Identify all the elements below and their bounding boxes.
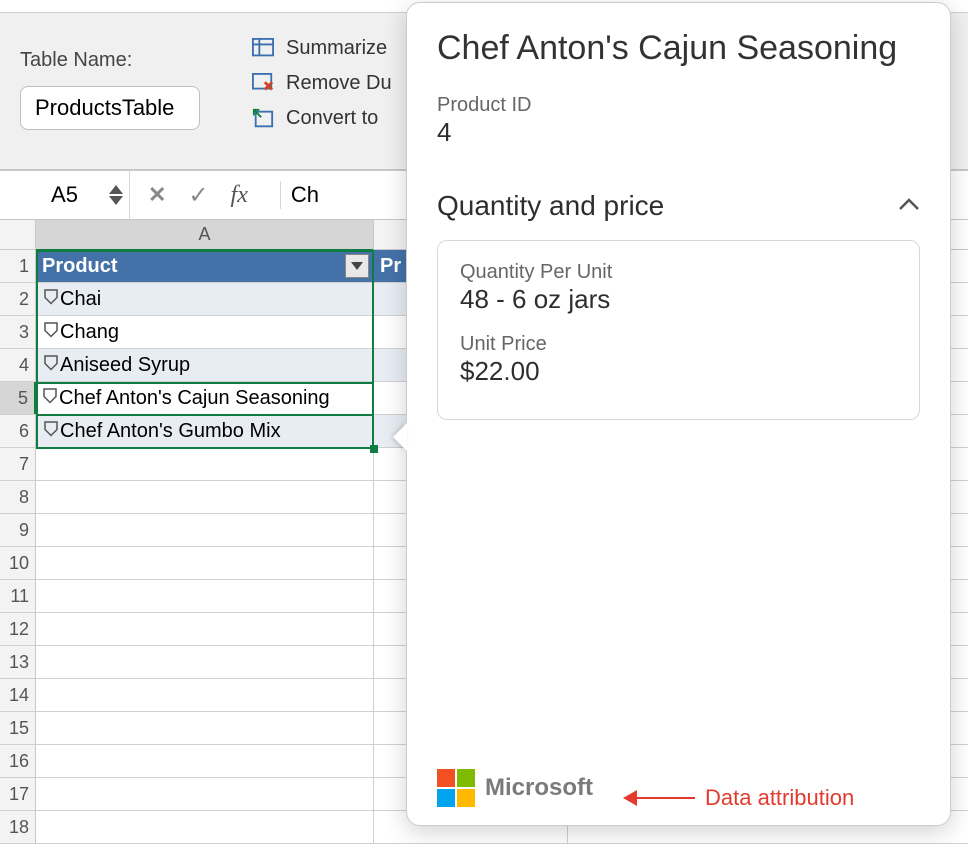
cell[interactable]	[36, 778, 374, 810]
row-header[interactable]: 3	[0, 316, 36, 348]
convert-label: Convert to	[286, 107, 378, 130]
microsoft-logo-icon	[437, 769, 475, 807]
cell[interactable]	[36, 448, 374, 480]
table-header-next: Pr	[380, 255, 401, 278]
cell[interactable]: Chef Anton's Cajun Seasoning	[35, 382, 373, 414]
select-all-corner[interactable]	[0, 220, 36, 249]
card-title: Chef Anton's Cajun Seasoning	[437, 29, 920, 68]
cell[interactable]	[36, 514, 374, 546]
chevron-down-icon[interactable]	[109, 196, 123, 205]
cell[interactable]	[36, 712, 374, 744]
product-id-value: 4	[437, 117, 920, 148]
cell[interactable]	[36, 811, 374, 843]
data-type-icon[interactable]	[41, 386, 59, 410]
name-box[interactable]: A5	[0, 171, 130, 219]
row-header[interactable]: 7	[0, 448, 36, 480]
remove-duplicates-button[interactable]: Remove Du	[250, 72, 392, 95]
card-callout-notch	[393, 423, 407, 451]
unit-price-label: Unit Price	[460, 333, 897, 356]
ribbon-group-tools: Summarize Remove Du Convert to	[250, 37, 392, 142]
annotation-callout: Data attribution	[625, 785, 854, 811]
cell[interactable]: Chai	[36, 283, 374, 315]
convert-range-icon	[250, 108, 276, 130]
row-header[interactable]: 12	[0, 613, 36, 645]
column-header-a[interactable]: A	[36, 220, 374, 251]
cancel-icon[interactable]: ✕	[148, 182, 166, 208]
attribution-brand: Microsoft	[485, 774, 593, 802]
table-name-label: Table Name:	[20, 49, 200, 72]
row-header[interactable]: 9	[0, 514, 36, 546]
pivot-icon	[250, 38, 276, 60]
summarize-pivot-button[interactable]: Summarize	[250, 37, 392, 60]
card-detail-box: Quantity Per Unit 48 - 6 oz jars Unit Pr…	[437, 240, 920, 420]
cell[interactable]	[36, 481, 374, 513]
section-title: Quantity and price	[437, 190, 664, 222]
data-type-icon[interactable]	[42, 320, 60, 344]
row-header[interactable]: 10	[0, 547, 36, 579]
row-header[interactable]: 17	[0, 778, 36, 810]
data-type-icon[interactable]	[42, 419, 60, 443]
arrow-left-icon	[625, 797, 695, 799]
row-header[interactable]: 15	[0, 712, 36, 744]
row-header[interactable]: 6	[0, 415, 36, 447]
cell[interactable]: Aniseed Syrup	[36, 349, 374, 381]
summarize-label: Summarize	[286, 37, 387, 60]
data-type-icon[interactable]	[42, 353, 60, 377]
row-header[interactable]: 11	[0, 580, 36, 612]
row-header[interactable]: 18	[0, 811, 36, 843]
annotation-text: Data attribution	[705, 785, 854, 811]
cell-text: Chang	[60, 321, 119, 344]
table-name-input[interactable]	[20, 86, 200, 130]
cell[interactable]	[36, 613, 374, 645]
cell-text: Chai	[60, 288, 101, 311]
row-header[interactable]: 8	[0, 481, 36, 513]
cell-text: Chef Anton's Gumbo Mix	[60, 420, 281, 443]
product-id-label: Product ID	[437, 94, 920, 117]
data-type-icon[interactable]	[42, 287, 60, 311]
cell-text: Aniseed Syrup	[60, 354, 190, 377]
ribbon-group-table-name: Table Name:	[20, 49, 200, 130]
row-header[interactable]: 13	[0, 646, 36, 678]
cell[interactable]	[36, 646, 374, 678]
remove-duplicates-icon	[250, 73, 276, 95]
convert-to-range-button[interactable]: Convert to	[250, 107, 392, 130]
filter-dropdown-icon[interactable]	[345, 254, 369, 278]
cell[interactable]	[36, 547, 374, 579]
row-header[interactable]: 4	[0, 349, 36, 381]
cell[interactable]: Product	[36, 250, 374, 282]
remove-duplicates-label: Remove Du	[286, 72, 392, 95]
cell-text: Chef Anton's Cajun Seasoning	[59, 387, 330, 410]
card-section-header[interactable]: Quantity and price	[437, 190, 920, 222]
chevron-up-icon[interactable]	[898, 197, 920, 216]
cell[interactable]	[36, 580, 374, 612]
cell[interactable]	[36, 745, 374, 777]
cell-reference: A5	[51, 182, 78, 208]
fill-handle[interactable]	[370, 445, 378, 453]
fx-icon[interactable]: fx	[231, 182, 248, 209]
cell[interactable]	[36, 679, 374, 711]
formula-bar-buttons: ✕ ✓ fx	[130, 181, 280, 210]
row-header[interactable]: 14	[0, 679, 36, 711]
cell[interactable]: Chef Anton's Gumbo Mix	[36, 415, 374, 447]
row-header[interactable]: 1	[0, 250, 36, 282]
unit-price-value: $22.00	[460, 356, 897, 387]
qpu-label: Quantity Per Unit	[460, 261, 897, 284]
data-type-card: Chef Anton's Cajun Seasoning Product ID …	[406, 2, 951, 826]
row-header[interactable]: 5	[0, 382, 36, 414]
enter-icon[interactable]: ✓	[188, 181, 208, 210]
name-box-spinner[interactable]	[109, 185, 123, 205]
qpu-value: 48 - 6 oz jars	[460, 284, 897, 315]
cell[interactable]: Chang	[36, 316, 374, 348]
chevron-up-icon[interactable]	[109, 185, 123, 194]
row-header[interactable]: 16	[0, 745, 36, 777]
row-header[interactable]: 2	[0, 283, 36, 315]
table-header-product: Product	[42, 255, 118, 278]
